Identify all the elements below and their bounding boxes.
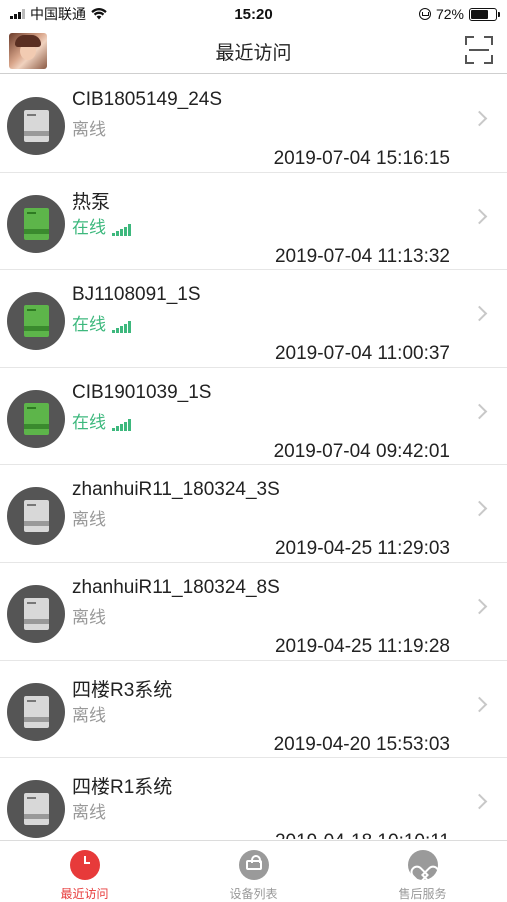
scan-icon[interactable] [465, 36, 493, 64]
device-row[interactable]: zhanhuiR11_180324_8S 离线 2019-04-25 11:19:2… [0, 563, 507, 661]
device-status-label: 离线 [72, 120, 106, 139]
device-status: 在线 [72, 213, 131, 238]
heart-icon [407, 850, 438, 880]
device-icon [7, 584, 65, 643]
device-name: zhanhuiR11_180324_3S [72, 479, 280, 501]
signal-strength-icon [112, 223, 131, 236]
navigation-bar: 最近访问 [0, 28, 507, 74]
device-icon [7, 292, 65, 351]
chevron-right-icon [471, 403, 488, 420]
tab-recent[interactable]: 最近访问 [0, 841, 169, 901]
device-icon [7, 780, 65, 839]
device-status-label: 离线 [72, 705, 106, 725]
last-visit-time: 2019-04-18 10:10:11 [275, 831, 450, 839]
rotation-lock-icon [418, 8, 431, 20]
clock-icon [69, 850, 100, 880]
device-status-label: 在线 [72, 217, 106, 237]
device-name: CIB1805149_24S [72, 89, 223, 110]
chevron-right-icon [471, 501, 488, 517]
battery-icon [469, 7, 500, 21]
last-visit-time: 2019-04-25 11:19:28 [274, 635, 450, 657]
signal-strength-icon [112, 418, 131, 431]
device-row[interactable]: 四楼R3系统 离线 2019-04-20 15:53:03 [0, 661, 507, 759]
device-icon [7, 487, 65, 546]
device-row[interactable]: CIB1805149_24S 离线 2019-07-04 15:16:15 [0, 75, 507, 173]
last-visit-time: 2019-07-04 15:16:15 [273, 148, 450, 169]
device-status-label: 离线 [72, 510, 106, 530]
device-status: 离线 [72, 798, 106, 823]
last-visit-time: 2019-07-04 11:13:32 [274, 245, 450, 267]
last-visit-time: 2019-04-25 11:29:03 [274, 538, 450, 560]
tab-recent-label: 最近访问 [60, 887, 109, 901]
device-status-label: 离线 [72, 803, 106, 823]
device-status: 在线 [72, 408, 131, 433]
device-name: 四楼R1系统 [72, 777, 173, 799]
last-visit-time: 2019-07-04 09:42:01 [273, 440, 450, 462]
tab-after-sales[interactable]: 售后服务 [338, 841, 507, 901]
device-name: zhanhuiR11_180324_8S [72, 576, 280, 598]
chevron-right-icon [471, 793, 488, 810]
device-status-label: 离线 [72, 607, 106, 627]
chevron-right-icon [471, 696, 488, 712]
device-name: CIB1901039_1S [72, 381, 212, 403]
status-bar: 中国联通 15:20 72% [0, 0, 507, 28]
recent-device-list: CIB1805149_24S 离线 2019-07-04 15:16:15 热泵在线 2… [0, 75, 507, 839]
device-status-label: 在线 [72, 412, 106, 432]
device-status: 离线 [72, 505, 106, 530]
device-row[interactable]: 热泵在线 2019-07-04 11:13:32 [0, 173, 507, 271]
device-row[interactable]: zhanhuiR11_180324_3S 离线 2019-04-25 11:29:0… [0, 465, 507, 563]
device-icon [7, 682, 65, 741]
device-name: 四楼R3系统 [72, 679, 173, 701]
chevron-right-icon [471, 110, 488, 127]
tab-device-list-label: 设备列表 [229, 887, 278, 901]
battery-percent: 72% [435, 6, 464, 22]
tab-device-list[interactable]: 设备列表 [169, 841, 338, 901]
status-right: 72% [418, 6, 500, 22]
device-icon [7, 194, 65, 253]
device-row[interactable]: 四楼R1系统离线 2019-04-18 10:10:11 [0, 758, 507, 839]
device-row[interactable]: CIB1901039_1S 在线 2019-07-04 09:42:01 [0, 368, 507, 466]
last-visit-time: 2019-04-20 15:53:03 [273, 733, 450, 755]
tab-bar: 最近访问 设备列表 售后服务 [0, 840, 507, 901]
signal-strength-icon [112, 320, 131, 334]
device-status: 离线 [72, 115, 106, 140]
page-title: 最近访问 [215, 43, 292, 64]
device-name: BJ1108091_1S [72, 284, 201, 306]
device-status: 离线 [72, 701, 106, 726]
chevron-right-icon [471, 598, 488, 615]
device-name: 热泵 [72, 191, 111, 213]
device-row[interactable]: BJ1108091_1S 在线 2019-07-04 11:00:37 [0, 270, 507, 368]
device-status: 在线 [72, 310, 131, 335]
router-icon [238, 850, 269, 880]
device-status: 离线 [72, 603, 106, 628]
last-visit-time: 2019-07-04 11:00:37 [274, 343, 450, 365]
chevron-right-icon [471, 208, 488, 224]
chevron-right-icon [471, 305, 488, 322]
device-icon [7, 389, 65, 448]
device-status-label: 在线 [72, 315, 106, 335]
device-icon [7, 97, 65, 155]
tab-after-sales-label: 售后服务 [398, 887, 447, 901]
